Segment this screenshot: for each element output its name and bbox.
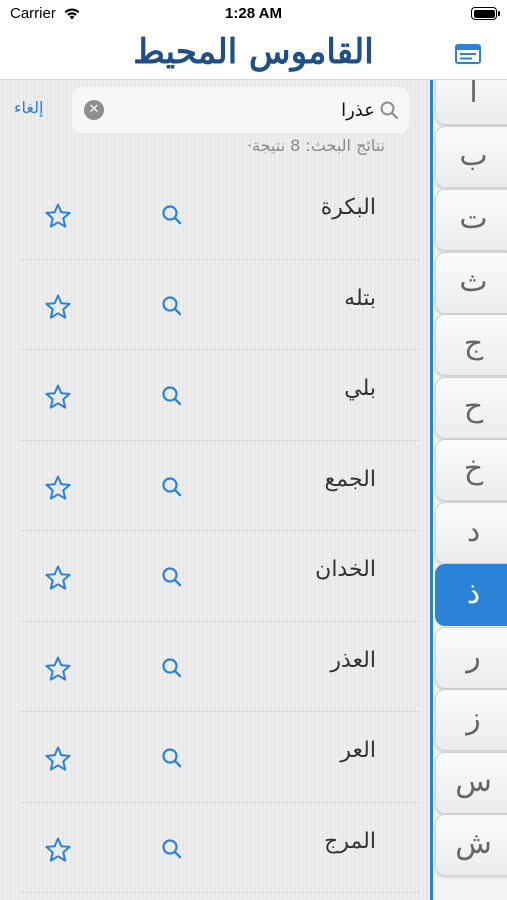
result-row[interactable]: العر xyxy=(20,712,420,803)
result-row[interactable]: المرج xyxy=(20,803,420,893)
result-word: العر xyxy=(340,738,376,763)
letter-tab[interactable]: أ xyxy=(435,80,507,125)
list-icon[interactable] xyxy=(455,43,481,65)
letter-tab[interactable]: خ xyxy=(435,439,507,501)
letter-tab[interactable]: ت xyxy=(435,189,507,251)
result-word: بتله xyxy=(344,285,376,311)
result-word: الخدان xyxy=(315,557,376,582)
search-input[interactable] xyxy=(112,93,375,127)
status-bar: Carrier 1:28 AM xyxy=(0,0,507,30)
magnifier-icon[interactable] xyxy=(160,475,184,499)
magnifier-icon[interactable] xyxy=(160,837,184,861)
search-results-panel: إلغاء ✕ نتائج البحث: 8 نتيجة· البكرة بتل… xyxy=(0,80,432,900)
result-row[interactable]: بتله xyxy=(20,260,420,350)
magnifier-icon[interactable] xyxy=(160,656,184,680)
clear-search-icon[interactable]: ✕ xyxy=(84,100,104,120)
result-word: الجمع xyxy=(324,466,376,492)
letter-tab[interactable]: د xyxy=(435,502,507,564)
letter-tab[interactable]: ح xyxy=(435,377,507,439)
magnifier-icon[interactable] xyxy=(160,203,184,227)
letter-tab[interactable]: ث xyxy=(435,252,507,314)
result-row[interactable]: العذر xyxy=(20,622,420,712)
result-word: المرج xyxy=(324,828,376,854)
result-word: العذر xyxy=(330,647,376,673)
result-row[interactable]: الخدان xyxy=(20,531,420,622)
star-icon[interactable] xyxy=(44,293,72,321)
battery-icon xyxy=(471,7,500,20)
star-icon[interactable] xyxy=(44,655,72,683)
search-icon xyxy=(380,101,399,120)
letter-tab[interactable]: ز xyxy=(435,689,507,751)
star-icon[interactable] xyxy=(44,564,72,592)
letter-tab[interactable]: ر xyxy=(435,627,507,689)
magnifier-icon[interactable] xyxy=(160,384,184,408)
magnifier-icon[interactable] xyxy=(160,565,184,589)
star-icon[interactable] xyxy=(44,202,72,230)
star-icon[interactable] xyxy=(44,836,72,864)
magnifier-icon[interactable] xyxy=(160,746,184,770)
result-word: بلي xyxy=(344,376,376,401)
search-bar[interactable]: ✕ xyxy=(72,87,409,133)
star-icon[interactable] xyxy=(44,383,72,411)
app-title: القاموس المحيط xyxy=(133,32,374,72)
star-icon[interactable] xyxy=(44,745,72,773)
magnifier-icon[interactable] xyxy=(160,294,184,318)
result-word: البكرة xyxy=(320,195,376,220)
results-count: نتائج البحث: 8 نتيجة· xyxy=(246,136,385,155)
letter-tab[interactable]: ب xyxy=(435,126,507,188)
letter-tab[interactable]: ذ xyxy=(435,564,507,626)
letter-tab[interactable]: س xyxy=(435,752,507,814)
result-row[interactable]: البكرة xyxy=(20,169,420,260)
results-list: البكرة بتله بلي الجمع الخدان العذر العر … xyxy=(20,169,420,893)
cancel-button[interactable]: إلغاء xyxy=(14,98,43,117)
letter-tab[interactable]: ش xyxy=(435,814,507,876)
letter-tab[interactable]: ج xyxy=(435,314,507,376)
result-row[interactable]: بلي xyxy=(20,350,420,441)
alphabet-index: أبتثجحخدذرزسش xyxy=(430,80,507,900)
clock: 1:28 AM xyxy=(225,5,282,22)
navigation-bar: القاموس المحيط xyxy=(0,30,507,80)
star-icon[interactable] xyxy=(44,474,72,502)
result-row[interactable]: الجمع xyxy=(20,441,420,531)
